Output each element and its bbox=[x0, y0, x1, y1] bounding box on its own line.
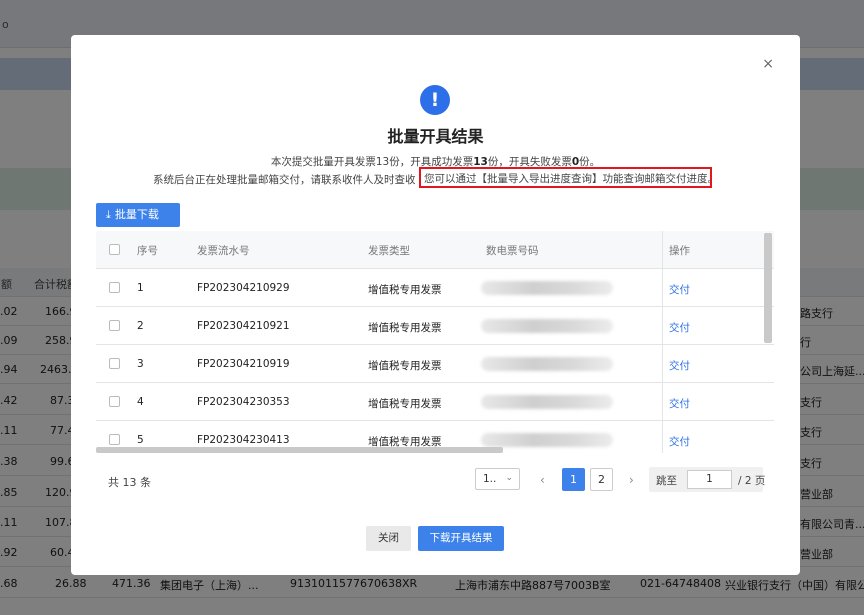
deliver-link[interactable]: 交付 bbox=[669, 320, 690, 335]
table-row: 3 FP202304210919 增值税专用发票 交付 bbox=[96, 345, 774, 383]
page-jumper: 跳至 1 / 2 页 bbox=[649, 467, 766, 492]
row-type: 增值税专用发票 bbox=[368, 284, 442, 296]
page-size-value: 1.. bbox=[483, 473, 497, 485]
row-type: 增值税专用发票 bbox=[368, 360, 442, 372]
row-serial: FP202304210919 bbox=[197, 358, 290, 370]
row-serial: FP202304230413 bbox=[197, 434, 290, 446]
row-checkbox[interactable] bbox=[109, 396, 120, 407]
download-results-button[interactable]: 下载开具结果 bbox=[418, 526, 504, 551]
prev-page-icon[interactable]: ‹ bbox=[540, 473, 545, 487]
blurred-invoice-number bbox=[481, 319, 613, 333]
jump-page-input[interactable]: 1 bbox=[687, 470, 732, 489]
deliver-link[interactable]: 交付 bbox=[669, 282, 690, 297]
table-header: 序号 发票流水号 发票类型 数电票号码 操作 bbox=[96, 231, 774, 269]
row-index: 5 bbox=[137, 434, 144, 446]
header-index: 序号 bbox=[137, 245, 158, 257]
page-button-1[interactable]: 1 bbox=[562, 468, 585, 491]
deliver-link[interactable]: 交付 bbox=[669, 396, 690, 411]
row-type: 增值税专用发票 bbox=[368, 398, 442, 410]
close-icon[interactable]: × bbox=[762, 57, 774, 71]
result-table: 序号 发票流水号 发票类型 数电票号码 操作 1 FP202304210929 … bbox=[96, 231, 774, 453]
blurred-invoice-number bbox=[481, 357, 613, 371]
table-row: 2 FP202304210921 增值税专用发票 交付 bbox=[96, 307, 774, 345]
row-serial: FP202304210929 bbox=[197, 282, 290, 294]
total-count: 共 13 条 bbox=[108, 476, 151, 489]
row-checkbox[interactable] bbox=[109, 282, 120, 293]
row-checkbox[interactable] bbox=[109, 434, 120, 445]
next-page-icon[interactable]: › bbox=[629, 473, 634, 487]
close-button[interactable]: 关闭 bbox=[366, 526, 411, 551]
dialog-title: 批量开具结果 bbox=[387, 127, 484, 146]
row-serial: FP202304210921 bbox=[197, 320, 290, 332]
batch-download-label: 批量下载 bbox=[114, 208, 159, 221]
action-column-divider bbox=[662, 231, 663, 453]
row-index: 1 bbox=[137, 282, 144, 294]
header-number: 数电票号码 bbox=[486, 245, 539, 257]
table-row: 1 FP202304210929 增值税专用发票 交付 bbox=[96, 269, 774, 307]
blurred-invoice-number bbox=[481, 433, 613, 447]
page-button-2[interactable]: 2 bbox=[590, 468, 613, 491]
select-all-checkbox[interactable] bbox=[109, 244, 120, 255]
row-type: 增值税专用发票 bbox=[368, 322, 442, 334]
horizontal-scrollbar[interactable] bbox=[96, 447, 503, 453]
blurred-invoice-number bbox=[481, 395, 613, 409]
row-index: 2 bbox=[137, 320, 144, 332]
page-size-select[interactable]: 1.. ⌄ bbox=[475, 468, 520, 490]
row-checkbox[interactable] bbox=[109, 320, 120, 331]
row-checkbox[interactable] bbox=[109, 358, 120, 369]
row-index: 4 bbox=[137, 396, 144, 408]
delivery-notice: 系统后台正在处理批量邮箱交付，请联系收件人及时查收 bbox=[153, 174, 416, 186]
deliver-link[interactable]: 交付 bbox=[669, 358, 690, 373]
total-pages: / 2 页 bbox=[738, 475, 766, 487]
chevron-down-icon: ⌄ bbox=[505, 473, 513, 483]
header-type: 发票类型 bbox=[368, 245, 410, 257]
header-serial: 发票流水号 bbox=[197, 245, 250, 257]
table-row: 4 FP202304230353 增值税专用发票 交付 bbox=[96, 383, 774, 421]
row-serial: FP202304230353 bbox=[197, 396, 290, 408]
vertical-scrollbar[interactable] bbox=[764, 233, 772, 343]
batch-download-button[interactable]: ⤓ 批量下载 bbox=[96, 203, 180, 227]
blurred-invoice-number bbox=[481, 281, 613, 295]
jump-label: 跳至 bbox=[656, 475, 677, 487]
deliver-link[interactable]: 交付 bbox=[669, 434, 690, 449]
header-action: 操作 bbox=[669, 245, 690, 257]
row-index: 3 bbox=[137, 358, 144, 370]
alert-icon: ! bbox=[420, 85, 450, 115]
download-icon: ⤓ bbox=[106, 208, 111, 221]
batch-result-dialog: × ! 批量开具结果 本次提交批量开具发票13份，开具成功发票13份，开具失败发… bbox=[71, 35, 800, 575]
progress-query-hint: 您可以通过【批量导入导出进度查询】功能查询邮箱交付进度。 bbox=[419, 167, 712, 188]
